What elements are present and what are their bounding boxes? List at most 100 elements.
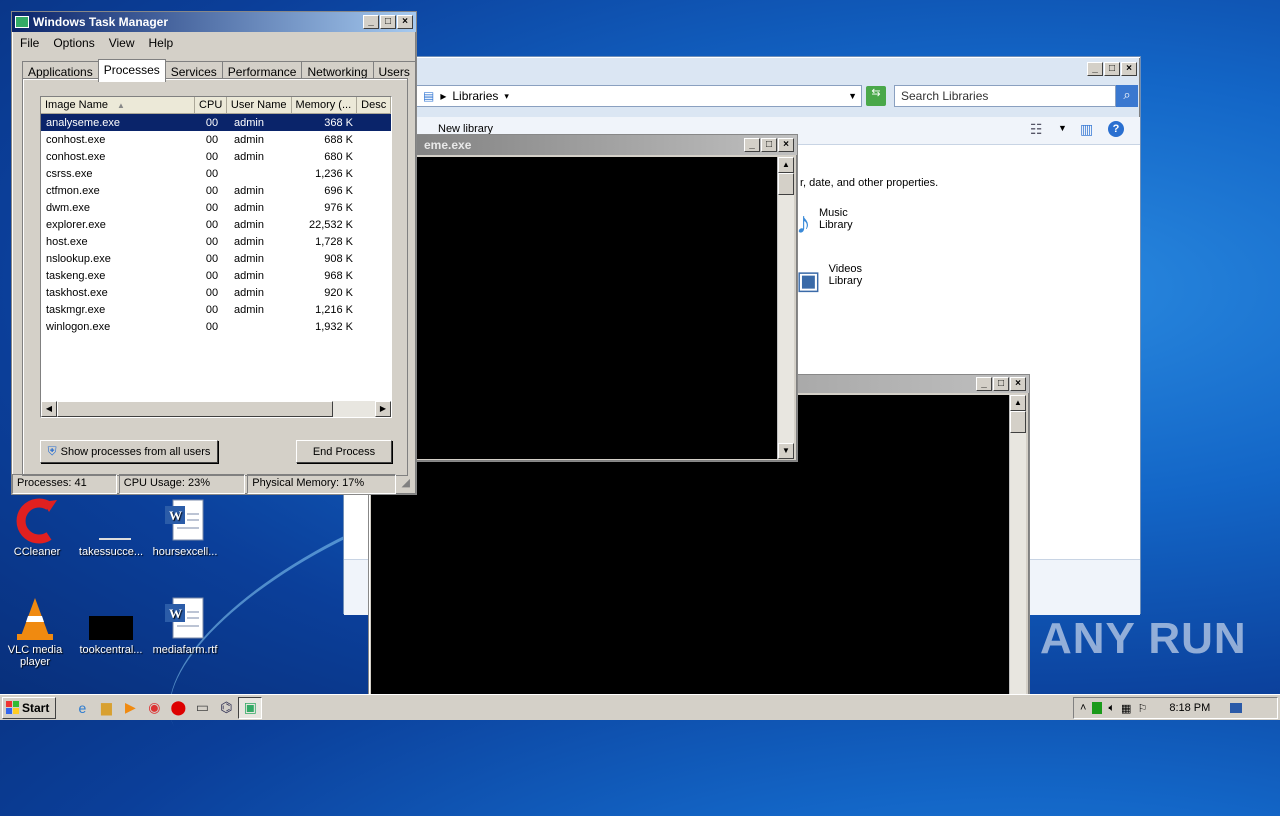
minimize-button[interactable]: _ bbox=[1087, 62, 1103, 76]
column-image-name[interactable]: Image Name ▲ bbox=[41, 97, 196, 113]
tab-processes[interactable]: Processes bbox=[97, 59, 166, 82]
table-row[interactable]: analyseme.exe 00 admin 368 K bbox=[41, 114, 391, 131]
minimize-button[interactable]: _ bbox=[363, 15, 379, 29]
scroll-up-icon[interactable]: ▲ bbox=[1010, 395, 1026, 411]
clock[interactable]: 8:18 PM bbox=[1169, 702, 1210, 714]
desktop-icon-takessucce[interactable]: takessucce... bbox=[78, 498, 144, 558]
address-dropdown-icon[interactable]: ▼ bbox=[848, 91, 857, 101]
media-player-icon[interactable]: ▶ bbox=[118, 697, 142, 719]
minimize-button[interactable]: _ bbox=[744, 138, 760, 152]
table-row[interactable]: taskhost.exe 00 admin 920 K bbox=[41, 284, 391, 301]
process-user: admin bbox=[234, 218, 264, 231]
scroll-thumb[interactable] bbox=[1010, 411, 1026, 433]
search-input[interactable]: Search Libraries bbox=[894, 85, 1116, 107]
close-button[interactable]: × bbox=[778, 138, 794, 152]
maximize-button[interactable]: □ bbox=[993, 377, 1009, 391]
resize-grip-icon[interactable]: ◢ bbox=[398, 474, 414, 494]
table-row[interactable]: conhost.exe 00 admin 680 K bbox=[41, 148, 391, 165]
help-icon[interactable]: ? bbox=[1108, 121, 1124, 137]
end-process-button[interactable]: End Process bbox=[296, 440, 392, 463]
internet-explorer-icon[interactable]: e bbox=[70, 697, 94, 719]
start-button[interactable]: Start bbox=[2, 696, 57, 719]
videos-library-item[interactable]: ▣ Videos Library bbox=[796, 263, 862, 297]
refresh-button[interactable]: ⇆ bbox=[866, 86, 886, 106]
scroll-thumb[interactable] bbox=[778, 173, 794, 195]
opera-icon[interactable]: ⬤ bbox=[166, 697, 190, 719]
close-button[interactable]: × bbox=[1121, 62, 1137, 76]
process-user: admin bbox=[234, 201, 264, 214]
scroll-thumb[interactable] bbox=[57, 401, 333, 417]
table-row[interactable]: conhost.exe 00 admin 688 K bbox=[41, 131, 391, 148]
process-cpu: 00 bbox=[205, 133, 219, 146]
column-description[interactable]: Desc bbox=[357, 97, 391, 113]
horizontal-scrollbar[interactable]: ◀ ▶ bbox=[41, 401, 391, 417]
process-memory: 976 K bbox=[324, 201, 353, 214]
table-row[interactable]: csrss.exe 00 1,236 K bbox=[41, 165, 391, 182]
green-status-icon[interactable] bbox=[1092, 702, 1103, 714]
scroll-right-icon[interactable]: ▶ bbox=[375, 401, 391, 417]
process-user: admin bbox=[234, 116, 264, 129]
desktop-icon-vlc[interactable]: VLC media player bbox=[2, 596, 68, 668]
column-memory[interactable]: Memory (... bbox=[292, 97, 358, 113]
network-tool-icon[interactable]: ⌬ bbox=[214, 697, 238, 719]
scroll-down-icon[interactable]: ▼ bbox=[778, 443, 794, 459]
column-cpu[interactable]: CPU bbox=[195, 97, 227, 113]
close-button[interactable]: × bbox=[1010, 377, 1026, 391]
table-row[interactable]: ctfmon.exe 00 admin 696 K bbox=[41, 182, 391, 199]
minimize-button[interactable]: _ bbox=[976, 377, 992, 391]
action-center-flag-icon[interactable]: ⚐ bbox=[1137, 702, 1147, 715]
desktop-icon-tookcentral[interactable]: tookcentral... bbox=[78, 596, 144, 656]
process-cpu: 00 bbox=[205, 116, 219, 129]
folder-icon[interactable]: ▆ bbox=[94, 697, 118, 719]
explorer-titlebar: _ □ × bbox=[344, 57, 1140, 77]
search-icon[interactable]: ⌕ bbox=[1116, 85, 1138, 107]
process-memory: 1,236 K bbox=[315, 167, 353, 180]
menu-view[interactable]: View bbox=[109, 36, 135, 50]
console-1-scrollbar[interactable]: ▲ ▼ bbox=[777, 157, 794, 459]
table-row[interactable]: taskeng.exe 00 admin 968 K bbox=[41, 267, 391, 284]
maximize-button[interactable]: □ bbox=[761, 138, 777, 152]
table-row[interactable]: dwm.exe 00 admin 976 K bbox=[41, 199, 391, 216]
menu-help[interactable]: Help bbox=[149, 36, 174, 50]
music-library-item[interactable]: ♪ Music Library bbox=[796, 207, 853, 241]
maximize-button[interactable]: □ bbox=[380, 15, 396, 29]
scroll-left-icon[interactable]: ◀ bbox=[41, 401, 57, 417]
process-memory: 696 K bbox=[324, 184, 353, 197]
task-manager-titlebar: Windows Task Manager _ □ × bbox=[12, 12, 416, 32]
console-2-scrollbar[interactable]: ▲ bbox=[1009, 395, 1026, 695]
close-button[interactable]: × bbox=[397, 15, 413, 29]
address-bar[interactable]: ▤ ▸ Libraries ▾ ▼ bbox=[416, 85, 862, 107]
table-row[interactable]: explorer.exe 00 admin 22,532 K bbox=[41, 216, 391, 233]
task-manager-taskbar-icon[interactable]: ▣ bbox=[238, 696, 263, 719]
process-cpu: 00 bbox=[205, 184, 219, 197]
process-cpu: 00 bbox=[205, 150, 219, 163]
desktop-icon-mediafarm[interactable]: W mediafarm.rtf bbox=[152, 596, 218, 656]
table-row[interactable]: taskmgr.exe 00 admin 1,216 K bbox=[41, 301, 391, 318]
process-list[interactable]: Image Name ▲ CPU User Name Memory (... D… bbox=[40, 96, 392, 418]
show-all-processes-button[interactable]: ⛨ Show processes from all users bbox=[40, 440, 218, 463]
table-row[interactable]: nslookup.exe 00 admin 908 K bbox=[41, 250, 391, 267]
address-path: Libraries bbox=[452, 89, 499, 103]
view-options-icon[interactable]: ☷ bbox=[1030, 121, 1043, 138]
desktop-icon-ccleaner[interactable]: CCleaner bbox=[4, 498, 70, 558]
show-hidden-icons-icon[interactable]: ˄ bbox=[1080, 702, 1086, 714]
process-user: admin bbox=[234, 235, 264, 248]
sort-ascending-icon: ▲ bbox=[117, 101, 125, 110]
scroll-up-icon[interactable]: ▲ bbox=[778, 157, 794, 173]
column-user-name[interactable]: User Name bbox=[227, 97, 292, 113]
menu-options[interactable]: Options bbox=[53, 36, 94, 50]
chrome-icon[interactable]: ◉ bbox=[142, 697, 166, 719]
chevron-down-icon[interactable]: ▼ bbox=[1058, 123, 1067, 133]
videos-library-sub: Library bbox=[828, 275, 863, 287]
menu-file[interactable]: File bbox=[20, 36, 39, 50]
table-row[interactable]: winlogon.exe 00 1,932 K bbox=[41, 318, 391, 335]
network-icon[interactable]: ▦ bbox=[1121, 702, 1131, 715]
desktop-icon-hoursexcell[interactable]: W hoursexcell... bbox=[152, 498, 218, 558]
table-row[interactable]: host.exe 00 admin 1,728 K bbox=[41, 233, 391, 250]
chevron-down-icon[interactable]: ▾ bbox=[504, 91, 509, 102]
preview-pane-icon[interactable]: ▥ bbox=[1080, 121, 1093, 138]
maximize-button[interactable]: □ bbox=[1104, 62, 1120, 76]
console-taskbar-icon[interactable]: ▭ bbox=[190, 697, 214, 719]
show-desktop-icon[interactable] bbox=[1230, 703, 1243, 713]
volume-icon[interactable]: 🔈︎ bbox=[1108, 702, 1115, 715]
